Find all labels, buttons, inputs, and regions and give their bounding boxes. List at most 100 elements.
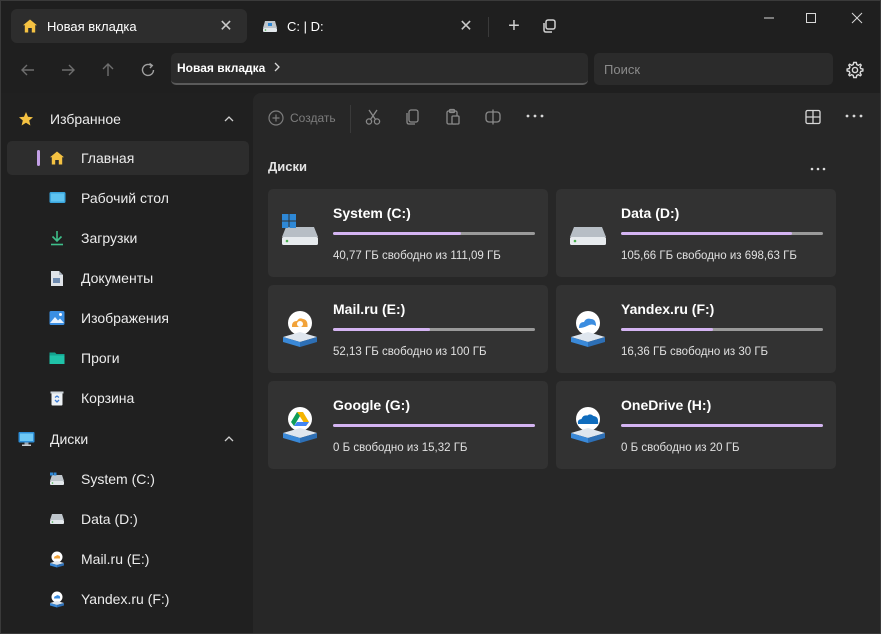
desktop-icon	[48, 189, 66, 207]
drive-usage-fill	[621, 232, 793, 235]
cut-button[interactable]	[364, 108, 382, 126]
more-icon	[845, 114, 863, 118]
tab-c-d[interactable]: C: | D: ✕	[251, 9, 487, 43]
close-tab-button[interactable]: ✕	[215, 15, 237, 37]
cloud-drive-icon	[48, 590, 66, 608]
arrow-up-icon	[102, 63, 114, 76]
chevron-up-icon[interactable]	[221, 111, 237, 127]
drive-icon	[261, 17, 279, 35]
refresh-button[interactable]	[135, 57, 161, 83]
sidebar-group-label: Диски	[50, 431, 89, 447]
pictures-icon	[48, 309, 66, 327]
create-button[interactable]: Создать	[268, 107, 336, 129]
more-commands-button[interactable]	[524, 107, 546, 129]
drive-usage-bar	[333, 424, 535, 427]
drive-usage-fill	[621, 328, 713, 331]
close-icon	[851, 12, 863, 24]
drive-card-data-d[interactable]: Data (D:) 105,66 ГБ свободно из 698,63 Г…	[556, 189, 836, 277]
maximize-icon	[806, 13, 816, 23]
sidebar-item-recycle-bin[interactable]: Корзина	[7, 381, 249, 415]
recycle-bin-icon	[48, 389, 66, 407]
drive-card-google-g[interactable]: Google (G:) 0 Б свободно из 15,32 ГБ	[268, 381, 548, 469]
drive-card-mailru-e[interactable]: Mail.ru (E:) 52,13 ГБ свободно из 100 ГБ	[268, 285, 548, 373]
sidebar-item-label: Изображения	[81, 310, 169, 326]
sidebar-group-favorites[interactable]: Избранное	[7, 102, 249, 136]
scissors-icon	[365, 109, 381, 125]
arrow-right-icon	[62, 64, 75, 76]
drive-usage-fill	[333, 328, 430, 331]
close-window-button[interactable]	[837, 5, 877, 31]
arrow-left-icon	[21, 64, 34, 76]
drive-icon	[48, 510, 66, 528]
paste-button[interactable]	[444, 108, 462, 126]
settings-button[interactable]	[844, 59, 866, 81]
sidebar-item-documents[interactable]: Документы	[7, 261, 249, 295]
drive-free-space: 40,77 ГБ свободно из 111,09 ГБ	[333, 250, 501, 262]
yandex-cloud-icon	[568, 309, 608, 349]
sidebar-item-home[interactable]: Главная	[7, 141, 249, 175]
drive-card-onedrive-h[interactable]: OneDrive (H:) 0 Б свободно из 20 ГБ	[556, 381, 836, 469]
chevron-right-icon[interactable]	[273, 61, 281, 75]
sidebar-item-label: Корзина	[81, 390, 135, 406]
sidebar-item-label: Mail.ru (E:)	[81, 551, 150, 567]
rename-button[interactable]	[484, 108, 502, 126]
system-drive-icon	[280, 213, 320, 253]
new-tab-button[interactable]: +	[503, 15, 525, 37]
close-tab-button[interactable]: ✕	[455, 15, 477, 37]
sidebar-item-pictures[interactable]: Изображения	[7, 301, 249, 335]
copy-button[interactable]	[404, 108, 422, 126]
sidebar-item-yandex-f[interactable]: Yandex.ru (F:)	[7, 582, 249, 616]
create-label: Создать	[290, 111, 336, 125]
sidebar-item-desktop[interactable]: Рабочий стол	[7, 181, 249, 215]
drive-name: OneDrive (H:)	[621, 397, 712, 413]
tab-new-tab[interactable]: Новая вкладка ✕	[11, 9, 247, 43]
drive-name: Mail.ru (E:)	[333, 301, 406, 317]
sidebar-item-progi[interactable]: Проги	[7, 341, 249, 375]
address-bar[interactable]: Новая вкладка	[171, 53, 588, 85]
google-drive-icon	[280, 405, 320, 445]
selection-indicator	[37, 150, 40, 166]
drive-free-space: 52,13 ГБ свободно из 100 ГБ	[333, 346, 487, 358]
sidebar-item-mailru-e[interactable]: Mail.ru (E:)	[7, 542, 249, 576]
maximize-button[interactable]	[791, 5, 831, 31]
sidebar-group-drives[interactable]: Диски	[7, 422, 249, 456]
toolbar-divider	[350, 105, 351, 133]
sidebar-item-data-d[interactable]: Data (D:)	[7, 502, 249, 536]
minimize-icon	[764, 17, 774, 19]
sidebar-item-label: Data (D:)	[81, 511, 138, 527]
drive-name: Google (G:)	[333, 397, 410, 413]
forward-button[interactable]	[55, 57, 81, 83]
mailru-cloud-icon	[280, 309, 320, 349]
more-icon	[810, 167, 826, 171]
sidebar-item-label: Проги	[81, 350, 120, 366]
drive-usage-bar	[621, 232, 823, 235]
drive-card-yandex-f[interactable]: Yandex.ru (F:) 16,36 ГБ свободно из 30 Г…	[556, 285, 836, 373]
drive-usage-bar	[621, 424, 823, 427]
overflow-menu-button[interactable]	[843, 107, 865, 129]
duplicate-tab-button[interactable]	[540, 16, 560, 36]
main-pane: Создать Диски System (C:) 40,77 ГБ свобо…	[253, 93, 880, 633]
sidebar-item-label: Главная	[81, 150, 135, 166]
home-icon	[48, 149, 66, 167]
search-input[interactable]	[594, 53, 833, 85]
drive-name: Data (D:)	[621, 205, 680, 221]
drive-usage-bar	[333, 328, 535, 331]
sidebar-item-label: Yandex.ru (F:)	[81, 591, 170, 607]
chevron-up-icon[interactable]	[221, 431, 237, 447]
sidebar-item-label: Рабочий стол	[81, 190, 169, 206]
sidebar-item-downloads[interactable]: Загрузки	[7, 221, 249, 255]
up-button[interactable]	[95, 57, 121, 83]
drive-free-space: 16,36 ГБ свободно из 30 ГБ	[621, 346, 769, 358]
drive-card-system-c[interactable]: System (C:) 40,77 ГБ свободно из 111,09 …	[268, 189, 548, 277]
sidebar-item-system-c[interactable]: System (C:)	[7, 462, 249, 496]
drive-usage-bar	[621, 328, 823, 331]
section-options-button[interactable]	[809, 163, 827, 177]
breadcrumb-item[interactable]: Новая вкладка	[177, 61, 265, 75]
folder-icon	[48, 349, 66, 367]
duplicate-icon	[543, 19, 556, 33]
back-button[interactable]	[15, 57, 41, 83]
drive-free-space: 0 Б свободно из 15,32 ГБ	[333, 442, 468, 454]
layout-button[interactable]	[804, 108, 822, 126]
minimize-button[interactable]	[749, 5, 789, 31]
drive-usage-fill	[621, 424, 823, 427]
